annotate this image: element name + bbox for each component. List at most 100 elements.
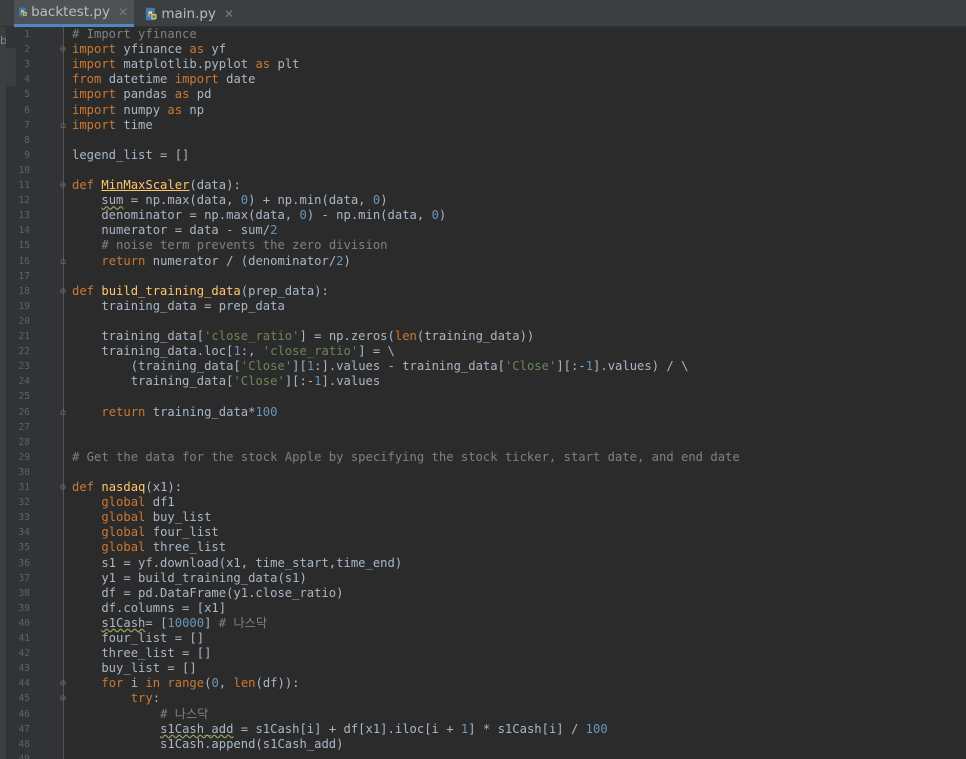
code-line[interactable]: 24 training_data['Close'][:-1].values bbox=[0, 374, 966, 389]
code-text: import matplotlib.pyplot as plt bbox=[72, 57, 300, 72]
code-token: df = pd.DataFrame(y1.close_ratio) bbox=[72, 585, 344, 600]
code-line[interactable]: 8 bbox=[0, 133, 966, 148]
code-token: 0 bbox=[211, 676, 219, 691]
code-line[interactable]: 16 ⌂ return numerator / (denominator/2) bbox=[0, 254, 966, 269]
code-line[interactable]: 13 denominator = np.max(data, 0) - np.mi… bbox=[0, 208, 966, 223]
line-number: 24 bbox=[18, 376, 30, 388]
code-line[interactable]: 31 ⊖ def nasdaq(x1): bbox=[0, 480, 966, 495]
close-icon[interactable]: ✕ bbox=[224, 7, 234, 21]
code-token: build_training_data bbox=[101, 283, 241, 298]
editor-tab-bar: backtest.py ✕ main.py ✕ bbox=[0, 0, 966, 27]
code-line[interactable]: 36 s1 = yf.download(x1, time_start,time_… bbox=[0, 556, 966, 571]
code-editor[interactable]: 1 # Import yfinance 2 ⊖ import yfinance as y… bbox=[0, 27, 966, 759]
code-line[interactable]: 38 df = pd.DataFrame(y1.close_ratio) bbox=[0, 586, 966, 601]
code-line[interactable]: 42 three_list = [] bbox=[0, 646, 966, 661]
code-line[interactable]: 27 bbox=[0, 420, 966, 435]
code-line[interactable]: 25 bbox=[0, 389, 966, 404]
code-text: return numerator / (denominator/2) bbox=[72, 254, 351, 269]
line-number: 2 bbox=[24, 44, 30, 56]
code-line[interactable]: 37 y1 = build_training_data(s1) bbox=[0, 571, 966, 586]
code-line[interactable]: 5 import pandas as pd bbox=[0, 87, 966, 102]
fold-open-icon[interactable]: ⊖ bbox=[58, 691, 68, 706]
code-line[interactable]: 21 training_data['close_ratio'] = np.zer… bbox=[0, 329, 966, 344]
fold-open-icon[interactable]: ⊖ bbox=[58, 42, 68, 57]
code-line[interactable]: 1 # Import yfinance bbox=[0, 27, 966, 42]
code-line[interactable]: 43 buy_list = [] bbox=[0, 661, 966, 676]
code-line[interactable]: 49 bbox=[0, 752, 966, 759]
code-line[interactable]: 2 ⊖ import yfinance as yf bbox=[0, 42, 966, 57]
tab-main-py[interactable]: main.py ✕ bbox=[140, 0, 240, 27]
close-icon[interactable]: ✕ bbox=[118, 5, 128, 19]
line-number: 11 bbox=[18, 180, 30, 191]
code-token: 'Close' bbox=[504, 359, 557, 374]
code-text: from datetime import date bbox=[72, 72, 255, 87]
code-line[interactable]: 30 bbox=[0, 465, 966, 480]
code-line[interactable]: 10 bbox=[0, 163, 966, 178]
tab-label: backtest.py bbox=[31, 4, 110, 20]
code-line[interactable]: 47 s1Cash_add = s1Cash[i] + df[x1].iloc[… bbox=[0, 722, 966, 737]
code-token: import bbox=[72, 57, 117, 72]
code-token: ].values) / \ bbox=[593, 359, 689, 374]
code-line[interactable]: 7 ⌂ import time bbox=[0, 118, 966, 133]
code-line[interactable]: 19 training_data = prep_data bbox=[0, 299, 966, 314]
fold-open-icon[interactable]: ⊖ bbox=[58, 676, 68, 691]
fold-close-icon[interactable]: ⌂ bbox=[58, 405, 68, 420]
code-token: (x1): bbox=[145, 480, 183, 494]
code-line[interactable]: 28 bbox=[0, 435, 966, 450]
line-number: 8 bbox=[24, 134, 30, 146]
code-token: i bbox=[123, 676, 146, 691]
code-token: : bbox=[152, 691, 161, 706]
code-text: # noise term prevents the zero division bbox=[72, 238, 387, 253]
code-line[interactable]: 18 ⊖ def build_training_data(prep_data): bbox=[0, 284, 966, 299]
tab-backtest-py[interactable]: backtest.py ✕ bbox=[14, 0, 134, 27]
code-line[interactable]: 34 global four_list bbox=[0, 525, 966, 540]
fold-open-icon[interactable]: ⊖ bbox=[58, 480, 68, 495]
line-number: 42 bbox=[18, 648, 30, 660]
code-line[interactable]: 22 training_data.loc[1:, 'close_ratio'] … bbox=[0, 344, 966, 359]
code-token: global bbox=[101, 495, 146, 510]
fold-open-icon[interactable]: ⊖ bbox=[58, 284, 68, 299]
line-number: 1 bbox=[24, 29, 30, 40]
code-line[interactable]: 41 four_list = [] bbox=[0, 631, 966, 646]
fold-open-icon[interactable]: ⊖ bbox=[58, 178, 68, 193]
code-token: time bbox=[116, 117, 153, 132]
code-line[interactable]: 14 numerator = data - sum/2 bbox=[0, 223, 966, 238]
code-line[interactable]: 15 # noise term prevents the zero divisi… bbox=[0, 238, 966, 253]
code-line[interactable]: 6 import numpy as np bbox=[0, 103, 966, 118]
code-text: buy_list = [] bbox=[72, 661, 196, 676]
code-token: = [ bbox=[145, 615, 168, 630]
code-line[interactable]: 23 (training_data['Close'][1:].values - … bbox=[0, 359, 966, 374]
code-line[interactable]: 44 ⊖ for i in range(0, len(df)): bbox=[0, 676, 966, 691]
code-line[interactable]: 20 bbox=[0, 314, 966, 329]
code-line[interactable]: 29 # Get the data for the stock Apple by … bbox=[0, 450, 966, 465]
code-line[interactable]: 9 legend_list = [] bbox=[0, 148, 966, 163]
code-line[interactable]: 11 ⊖ def MinMaxScaler(data): bbox=[0, 178, 966, 193]
code-line[interactable]: 4 from datetime import date bbox=[0, 72, 966, 87]
code-line[interactable]: 48 s1Cash.append(s1Cash_add) bbox=[0, 737, 966, 752]
code-line[interactable]: 17 bbox=[0, 269, 966, 284]
code-line[interactable]: 12 sum = np.max(data, 0) + np.min(data, … bbox=[0, 193, 966, 208]
code-line[interactable]: 39 df.columns = [x1] bbox=[0, 601, 966, 616]
fold-close-icon[interactable]: ⌂ bbox=[58, 118, 68, 133]
code-token: pandas bbox=[116, 87, 175, 102]
code-line[interactable]: 46 # 나스닥 bbox=[0, 707, 966, 722]
code-text: def nasdaq(x1): bbox=[72, 480, 182, 495]
code-line[interactable]: 32 global df1 bbox=[0, 495, 966, 510]
code-text: import yfinance as yf bbox=[72, 42, 226, 57]
code-line[interactable]: 35 global three_list bbox=[0, 540, 966, 555]
line-number: 23 bbox=[18, 361, 30, 373]
code-line[interactable]: 26 ⌂ return training_data*100 bbox=[0, 405, 966, 420]
line-number: 6 bbox=[24, 104, 30, 116]
code-line[interactable]: 33 global buy_list bbox=[0, 510, 966, 525]
code-line[interactable]: 3 import matplotlib.pyplot as plt bbox=[0, 57, 966, 72]
code-token: import bbox=[72, 87, 117, 102]
line-number: 5 bbox=[24, 89, 30, 101]
code-token: 2 bbox=[270, 223, 278, 238]
code-line[interactable]: 40 s1Cash= [10000] # 나스닥 bbox=[0, 616, 966, 631]
code-token: = s1Cash[i] + df[x1].iloc[i + bbox=[233, 721, 461, 736]
fold-close-icon[interactable]: ⌂ bbox=[58, 254, 68, 269]
code-line[interactable]: 45 ⊖ try: bbox=[0, 691, 966, 706]
